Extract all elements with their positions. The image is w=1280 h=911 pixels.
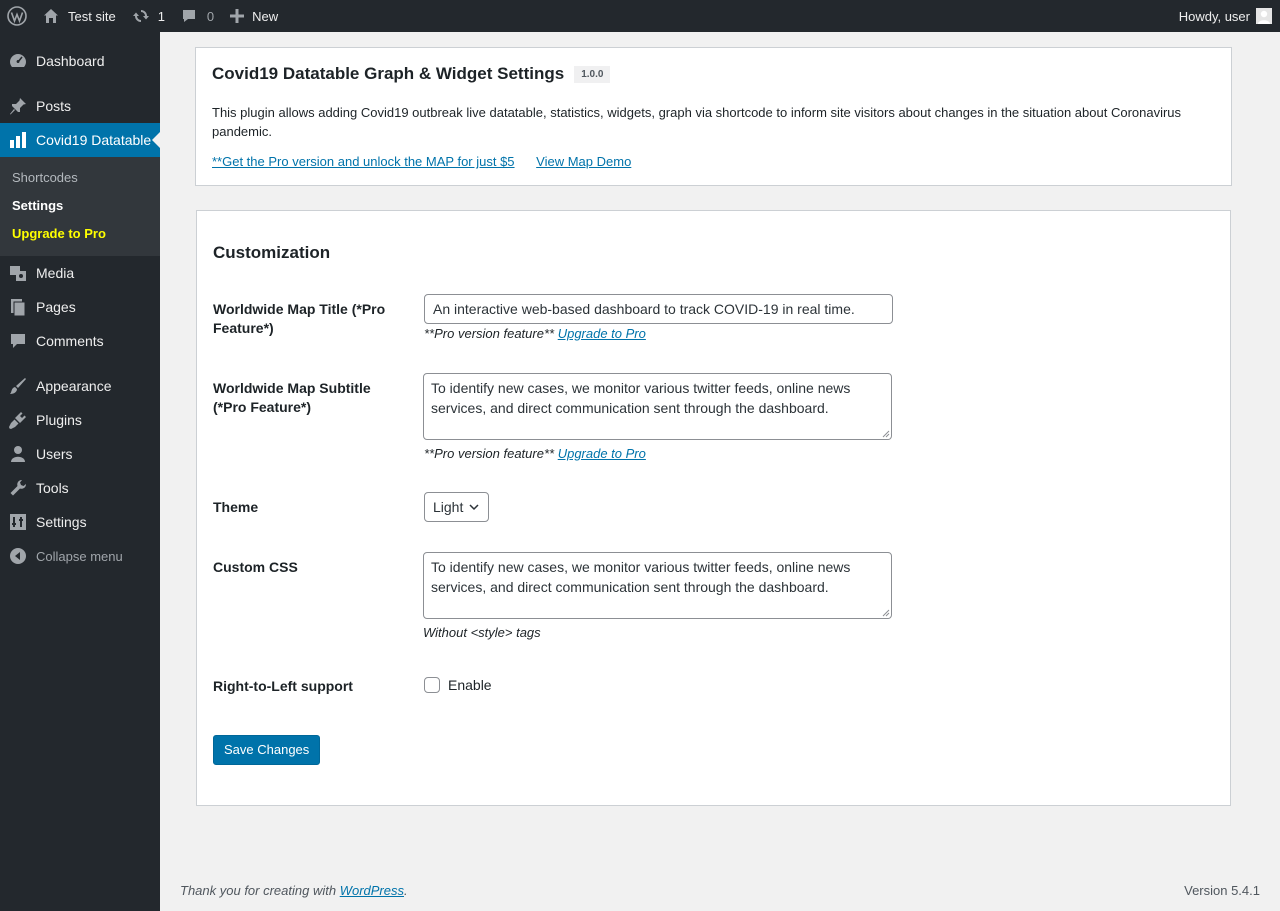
page-title: Covid19 Datatable Graph & Widget Setting…	[212, 64, 1215, 84]
section-title: Customization	[213, 243, 331, 262]
view-map-demo-link[interactable]: View Map Demo	[536, 154, 631, 169]
theme-selected-value: Light	[433, 499, 464, 515]
comments-count: 0	[206, 8, 215, 24]
menu-label: Posts	[36, 98, 72, 114]
collapse-arrow-icon	[8, 546, 28, 566]
menu-label: Appearance	[36, 378, 112, 394]
upgrade-to-pro-link[interactable]: Upgrade to Pro	[558, 446, 646, 461]
admin-footer: Thank you for creating with WordPress. V…	[180, 883, 1260, 898]
map-title-note: **Pro version feature** Upgrade to Pro	[424, 326, 646, 341]
user-icon	[8, 444, 28, 464]
map-subtitle-value: To identify new cases, we monitor variou…	[431, 380, 851, 416]
site-name: Test site	[68, 8, 116, 24]
plugin-header-panel: Covid19 Datatable Graph & Widget Setting…	[195, 47, 1232, 186]
submenu-item-settings[interactable]: Settings	[0, 192, 160, 220]
new-label: New	[252, 8, 279, 24]
comment-icon	[181, 8, 197, 24]
menu-label: Media	[36, 265, 75, 281]
map-title-label: Worldwide Map Title (*Pro Feature*)	[213, 301, 386, 336]
account-menu[interactable]: Howdy, user	[1171, 0, 1280, 32]
get-pro-link[interactable]: **Get the Pro version and unlock the MAP…	[212, 154, 515, 169]
menu-item-posts[interactable]: Posts	[0, 89, 160, 123]
menu-item-comments[interactable]: Comments	[0, 324, 160, 358]
menu-label: Collapse menu	[36, 548, 123, 564]
plugin-icon	[8, 410, 28, 430]
custom-css-label: Custom CSS	[213, 559, 298, 575]
menu-label: Plugins	[36, 412, 82, 428]
menu-label: Comments	[36, 333, 104, 349]
menu-label: Pages	[36, 299, 76, 315]
wordpress-logo-icon[interactable]	[0, 0, 34, 32]
map-subtitle-textarea[interactable]: To identify new cases, we monitor variou…	[423, 373, 892, 440]
menu-label: Settings	[36, 514, 87, 530]
updates-count: 1	[157, 8, 165, 24]
custom-css-note: Without <style> tags	[423, 625, 541, 640]
custom-css-value: To identify new cases, we monitor variou…	[431, 559, 851, 595]
rtl-enable-row: Enable	[424, 677, 492, 693]
map-subtitle-label: Worldwide Map Subtitle (*Pro Feature*)	[213, 380, 371, 415]
menu-item-dashboard[interactable]: Dashboard	[0, 44, 160, 78]
wrench-icon	[8, 478, 28, 498]
menu-item-plugins[interactable]: Plugins	[0, 403, 160, 437]
menu-label: Tools	[36, 480, 69, 496]
rtl-enable-label[interactable]: Enable	[448, 677, 492, 693]
footer-version: Version 5.4.1	[1184, 883, 1260, 898]
header-links: **Get the Pro version and unlock the MAP…	[212, 154, 1215, 169]
settings-panel: Customization Worldwide Map Title (*Pro …	[196, 210, 1231, 806]
bar-chart-icon	[8, 130, 28, 150]
resize-grip-icon[interactable]	[882, 430, 890, 438]
plus-icon	[230, 9, 245, 23]
home-icon	[42, 7, 60, 25]
chevron-down-icon	[469, 504, 479, 511]
menu-item-settings[interactable]: Settings	[0, 505, 160, 539]
new-content-link[interactable]: New	[222, 0, 286, 32]
plugin-description: This plugin allows adding Covid19 outbre…	[212, 105, 1182, 139]
admin-sidebar: Dashboard Posts Covid19 Datatable Shortc…	[0, 32, 160, 911]
upgrade-to-pro-link[interactable]: Upgrade to Pro	[558, 326, 646, 341]
comment-icon	[8, 331, 28, 351]
resize-grip-icon[interactable]	[882, 609, 890, 617]
howdy-text: Howdy, user	[1178, 8, 1250, 24]
updates-icon	[132, 7, 150, 25]
menu-item-pages[interactable]: Pages	[0, 290, 160, 324]
updates-link[interactable]: 1	[124, 0, 173, 32]
menu-item-tools[interactable]: Tools	[0, 471, 160, 505]
pushpin-icon	[8, 96, 28, 116]
menu-item-covid19-datatable[interactable]: Covid19 Datatable	[0, 123, 160, 157]
version-badge: 1.0.0	[574, 65, 611, 83]
menu-label: Dashboard	[36, 53, 105, 69]
custom-css-textarea[interactable]: To identify new cases, we monitor variou…	[423, 552, 892, 619]
menu-label: Covid19 Datatable	[36, 132, 152, 148]
menu-item-media[interactable]: Media	[0, 256, 160, 290]
avatar	[1256, 8, 1272, 24]
menu-item-users[interactable]: Users	[0, 437, 160, 471]
rtl-support-label: Right-to-Left support	[213, 678, 353, 694]
wordpress-link[interactable]: WordPress	[340, 883, 404, 898]
media-icon	[8, 263, 28, 283]
rtl-enable-checkbox[interactable]	[424, 677, 440, 693]
theme-select[interactable]: Light	[424, 492, 489, 522]
theme-label: Theme	[213, 499, 259, 515]
collapse-menu-button[interactable]: Collapse menu	[0, 539, 160, 573]
covid19-submenu: Shortcodes Settings Upgrade to Pro	[0, 157, 160, 256]
submenu-item-upgrade-to-pro[interactable]: Upgrade to Pro	[0, 220, 160, 248]
page-title-text: Covid19 Datatable Graph & Widget Setting…	[212, 64, 565, 83]
map-title-input[interactable]: An interactive web-based dashboard to tr…	[424, 294, 893, 324]
menu-label: Users	[36, 446, 73, 462]
site-name-link[interactable]: Test site	[34, 0, 124, 32]
map-subtitle-note: **Pro version feature** Upgrade to Pro	[424, 446, 646, 461]
footer-thanks: Thank you for creating with WordPress.	[180, 883, 408, 898]
settings-sliders-icon	[8, 512, 28, 532]
paintbrush-icon	[8, 376, 28, 396]
save-changes-button[interactable]: Save Changes	[213, 735, 321, 765]
dashboard-icon	[8, 51, 28, 71]
menu-item-appearance[interactable]: Appearance	[0, 369, 160, 403]
admin-bar: Test site 1 0 New Howdy, user	[0, 0, 1280, 32]
submenu-item-shortcodes[interactable]: Shortcodes	[0, 164, 160, 192]
pages-icon	[8, 297, 28, 317]
comments-link[interactable]: 0	[173, 0, 222, 32]
